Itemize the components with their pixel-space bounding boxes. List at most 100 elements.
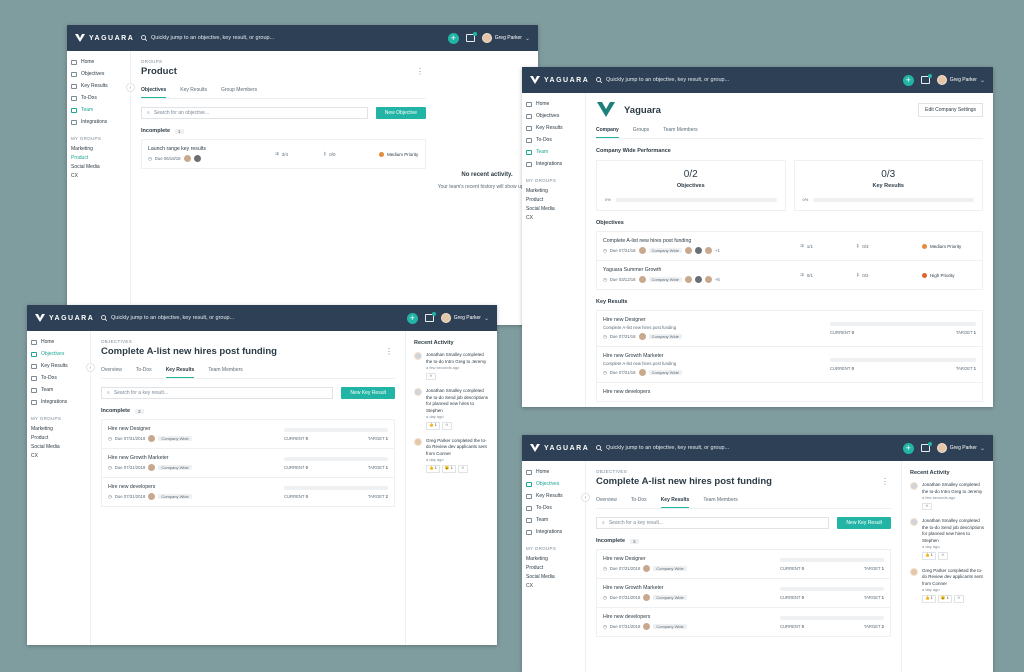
tab-team-members[interactable]: Team Members [703,497,737,508]
sidebar-group-social-media[interactable]: Social Media [31,442,86,451]
tab-key-results[interactable]: Key Results [165,367,195,378]
logo[interactable]: YAGUARA [75,34,141,42]
sidebar-item-todos[interactable]: To-Dos [31,372,86,384]
tab-overview[interactable]: Overview [101,367,122,378]
sidebar-item-integrations[interactable]: Integrations [71,116,126,128]
reaction-wow[interactable]: 😮 1 [937,595,952,603]
sidebar-item-key-results[interactable]: Key Results [526,490,581,502]
reaction-thumbs-up[interactable]: 👍 1 [922,595,936,603]
global-search[interactable]: Quickly jump to an objective, key result… [596,445,903,451]
global-search[interactable]: Quickly jump to an objective, key result… [141,35,448,41]
list-item[interactable]: Hire new developers ◷ Due 07/31/2018 Compa… [102,478,394,506]
reaction-thumbs-up[interactable]: 👍 1 [922,552,936,560]
add-icon[interactable]: + [902,442,914,454]
notifications-icon[interactable] [424,312,436,322]
sidebar-group-social-media[interactable]: Social Media [526,572,581,581]
sidebar-group-marketing[interactable]: Marketing [31,424,86,433]
notifications-icon[interactable] [920,74,932,84]
new-objective-button[interactable]: New Objective [375,107,426,119]
list-item[interactable]: Launch range key results ◷ Due 06/18/18 ⇉… [142,140,425,168]
logo[interactable]: YAGUARA [530,444,596,452]
new-key-result-button[interactable]: New Key Result [341,387,395,399]
list-item[interactable]: Hire new Growth Marketer ◷ Due 07/31/2018… [597,579,890,608]
objective-title[interactable]: Yaguara Summer Growth [603,267,800,273]
sidebar-item-team[interactable]: Team [526,146,581,158]
user-menu[interactable]: Greg Parker ⌄ [936,75,985,85]
edit-company-settings-button[interactable]: Edit Company Settings [918,103,983,117]
more-options-icon[interactable]: ⋮ [416,67,424,76]
add-reaction-icon[interactable]: ☺ [457,465,468,473]
sidebar-item-objectives[interactable]: Objectives [526,110,581,122]
more-options-icon[interactable]: ⋮ [881,477,889,486]
sidebar-item-integrations[interactable]: Integrations [526,526,581,538]
list-item[interactable]: Hire new developers ◷ Due 07/31/2018 Compa… [597,608,890,636]
add-reaction-icon[interactable]: ☺ [922,502,932,511]
sidebar-item-objectives[interactable]: Objectives [526,478,581,490]
key-result-search-input[interactable]: ⌕ Search for a key result... [101,387,334,399]
user-menu[interactable]: Greg Parker ⌄ [481,33,530,43]
global-search[interactable]: Quickly jump to an objective, key result… [101,315,407,321]
sidebar-item-todos[interactable]: To-Dos [526,502,581,514]
sidebar-item-integrations[interactable]: Integrations [31,396,86,408]
list-item[interactable]: Hire new Designer ◷ Due 07/31/2018 Company… [597,550,890,579]
sidebar-group-cx[interactable]: CX [71,171,126,180]
add-reaction-icon[interactable]: ☺ [937,552,948,560]
tab-groups[interactable]: Groups [633,127,649,138]
sidebar-group-cx[interactable]: CX [526,581,581,590]
list-item[interactable]: Complete A-list new hires post funding ◷… [597,232,982,261]
add-icon[interactable]: + [447,32,459,44]
notifications-icon[interactable] [920,442,932,452]
key-result-title[interactable]: Hire new Growth Marketer [108,455,284,461]
sidebar-item-key-results[interactable]: Key Results [71,80,126,92]
notifications-icon[interactable] [465,32,477,42]
sidebar-group-marketing[interactable]: Marketing [71,144,126,153]
list-item[interactable]: Hire new Growth Marketer Complete A-list… [597,347,982,383]
sidebar-group-product[interactable]: Product [526,563,581,572]
user-menu[interactable]: Greg Parker ⌄ [936,443,985,453]
reaction-thumbs-up[interactable]: 👍 1 [426,465,440,473]
sidebar-group-marketing[interactable]: Marketing [526,554,581,563]
sidebar-item-integrations[interactable]: Integrations [526,158,581,170]
key-result-title[interactable]: Hire new developers [603,614,780,620]
key-result-title[interactable]: Hire new developers [108,484,284,490]
sidebar-item-home[interactable]: Home [526,466,581,478]
tab-team-members[interactable]: Team Members [208,367,242,378]
key-result-title[interactable]: Hire new Designer [603,556,780,562]
sidebar-item-team[interactable]: Team [526,514,581,526]
key-result-title[interactable]: Hire new Designer [603,317,830,323]
list-item[interactable]: Yaguara Summer Growth ◷ Due 03/12/18 Compa… [597,261,982,289]
tab-overview[interactable]: Overview [596,497,617,508]
list-item[interactable]: Hire new Growth Marketer ◷ Due 07/31/2018… [102,449,394,478]
list-item[interactable]: Hire new Designer ◷ Due 07/31/2018 Company… [102,420,394,449]
key-result-title[interactable]: Hire new Growth Marketer [603,353,830,359]
add-icon[interactable]: + [902,74,914,86]
sidebar-group-social-media[interactable]: Social Media [526,204,581,213]
global-search[interactable]: Quickly jump to an objective, key result… [596,77,903,83]
key-result-title[interactable]: Hire new Growth Marketer [603,585,780,591]
add-reaction-icon[interactable]: ☺ [441,422,452,430]
sidebar-item-home[interactable]: Home [526,98,581,110]
sidebar-item-todos[interactable]: To-Dos [526,134,581,146]
sidebar-item-todos[interactable]: To-Dos [71,92,126,104]
key-result-title[interactable]: Hire new developers [603,389,976,395]
more-options-icon[interactable]: ⋮ [385,347,393,356]
add-icon[interactable]: + [406,312,418,324]
objective-search-input[interactable]: ⌕ Search for an objective... [141,107,368,119]
add-reaction-icon[interactable]: ☺ [426,372,436,381]
sidebar-group-cx[interactable]: CX [526,213,581,222]
sidebar-item-key-results[interactable]: Key Results [31,360,86,372]
tab-todos[interactable]: To-Dos [136,367,152,378]
sidebar-item-team[interactable]: Team [31,384,86,396]
user-menu[interactable]: Greg Parker ⌄ [440,313,489,323]
logo[interactable]: YAGUARA [530,76,596,84]
logo[interactable]: YAGUARA [35,314,101,322]
tab-objectives[interactable]: Objectives [141,87,167,98]
sidebar-item-team[interactable]: Team [71,104,126,116]
reaction-wow[interactable]: 😮 1 [441,465,456,473]
sidebar-item-objectives[interactable]: Objectives [71,68,126,80]
tab-key-results[interactable]: Key Results [180,87,207,98]
sidebar-item-home[interactable]: Home [31,336,86,348]
reaction-thumbs-up[interactable]: 👍 1 [426,422,440,430]
list-item[interactable]: Hire new developers [597,383,982,401]
sidebar-group-marketing[interactable]: Marketing [526,186,581,195]
